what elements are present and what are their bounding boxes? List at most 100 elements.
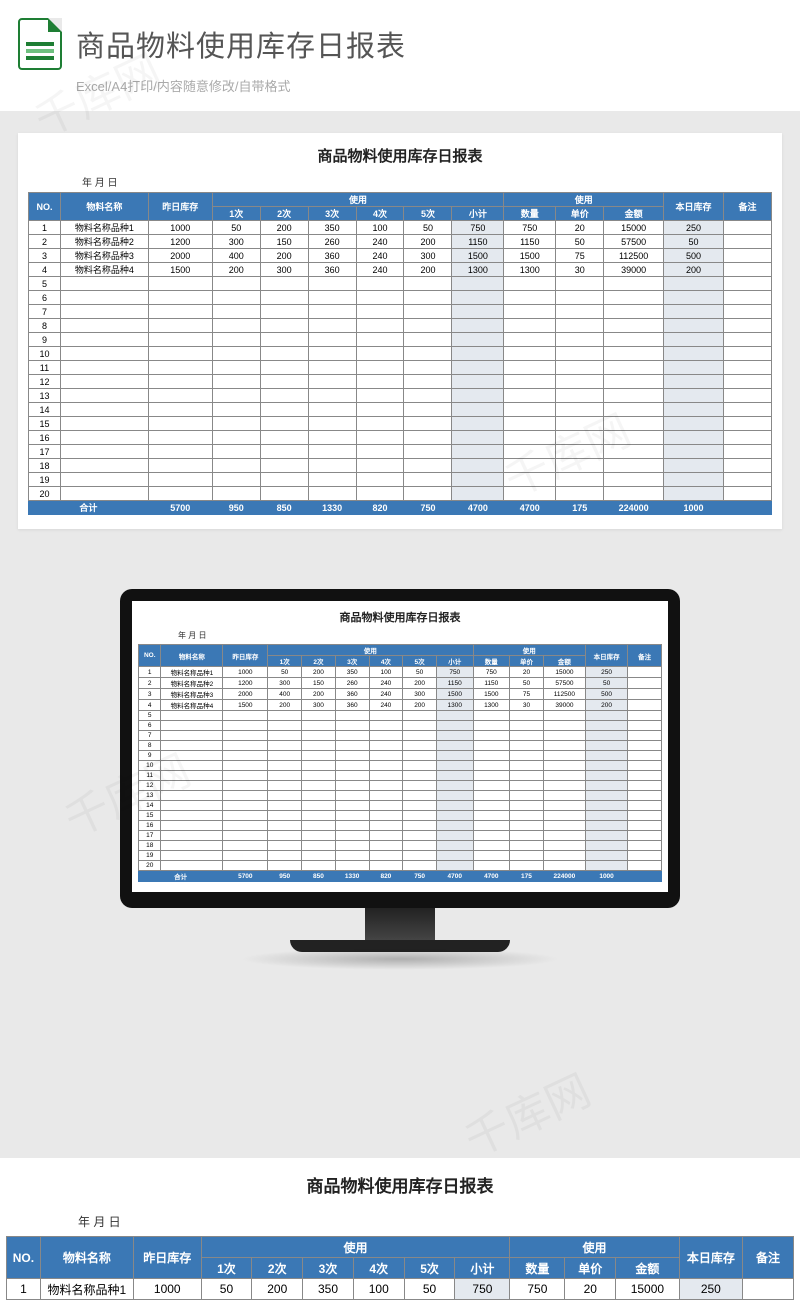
cell-u3[interactable]: 360 — [335, 689, 369, 700]
cell-prev[interactable]: 1200 — [223, 678, 268, 689]
cell-u5[interactable]: 300 — [403, 689, 437, 700]
cell-no[interactable]: 15 — [139, 811, 161, 821]
cell-qty[interactable]: 1300 — [473, 700, 510, 711]
cell-u2[interactable]: 150 — [260, 235, 308, 249]
cell-no[interactable]: 18 — [29, 459, 61, 473]
cell-u1[interactable]: 300 — [268, 678, 302, 689]
cell-u4[interactable]: 240 — [356, 249, 404, 263]
cell-u2[interactable]: 200 — [252, 1279, 303, 1300]
cell-u5[interactable]: 50 — [403, 667, 437, 678]
cell-remark[interactable] — [723, 249, 771, 263]
cell-price[interactable]: 20 — [510, 667, 544, 678]
cell-no[interactable]: 10 — [139, 761, 161, 771]
cell-price[interactable]: 30 — [556, 263, 604, 277]
cell-subtotal[interactable]: 1150 — [436, 678, 473, 689]
cell-no[interactable]: 9 — [139, 751, 161, 761]
cell-no[interactable]: 6 — [139, 721, 161, 731]
cell-u3[interactable]: 260 — [308, 235, 356, 249]
cell-remark[interactable] — [743, 1279, 794, 1300]
cell-u4[interactable]: 100 — [353, 1279, 404, 1300]
cell-subtotal[interactable]: 750 — [452, 221, 504, 235]
cell-no[interactable]: 15 — [29, 417, 61, 431]
cell-u2[interactable]: 200 — [302, 689, 336, 700]
cell-today[interactable]: 250 — [585, 667, 627, 678]
cell-qty[interactable]: 1150 — [504, 235, 556, 249]
cell-qty[interactable]: 750 — [473, 667, 510, 678]
cell-price[interactable]: 50 — [556, 235, 604, 249]
cell-subtotal[interactable]: 750 — [455, 1279, 510, 1300]
cell-no[interactable]: 1 — [29, 221, 61, 235]
cell-qty[interactable]: 1500 — [504, 249, 556, 263]
cell-u3[interactable]: 360 — [308, 263, 356, 277]
cell-remark[interactable] — [628, 678, 662, 689]
cell-name[interactable]: 物料名称品种1 — [40, 1279, 133, 1300]
cell-no[interactable]: 6 — [29, 291, 61, 305]
cell-today[interactable]: 200 — [585, 700, 627, 711]
cell-price[interactable]: 75 — [510, 689, 544, 700]
cell-remark[interactable] — [723, 235, 771, 249]
cell-remark[interactable] — [723, 263, 771, 277]
cell-u4[interactable]: 240 — [369, 678, 403, 689]
cell-name[interactable]: 物料名称品种4 — [60, 263, 148, 277]
cell-no[interactable]: 4 — [139, 700, 161, 711]
cell-no[interactable]: 11 — [29, 361, 61, 375]
cell-prev[interactable]: 2000 — [223, 689, 268, 700]
cell-u1[interactable]: 200 — [212, 263, 260, 277]
cell-price[interactable]: 75 — [556, 249, 604, 263]
cell-no[interactable]: 1 — [7, 1279, 41, 1300]
cell-subtotal[interactable]: 1300 — [452, 263, 504, 277]
cell-no[interactable]: 3 — [29, 249, 61, 263]
cell-u4[interactable]: 100 — [356, 221, 404, 235]
cell-today[interactable]: 50 — [585, 678, 627, 689]
cell-remark[interactable] — [628, 667, 662, 678]
cell-u1[interactable]: 50 — [201, 1279, 252, 1300]
cell-no[interactable]: 12 — [29, 375, 61, 389]
cell-name[interactable]: 物料名称品种1 — [60, 221, 148, 235]
cell-remark[interactable] — [723, 221, 771, 235]
cell-no[interactable]: 16 — [139, 821, 161, 831]
cell-price[interactable]: 20 — [556, 221, 604, 235]
cell-no[interactable]: 19 — [29, 473, 61, 487]
cell-qty[interactable]: 1300 — [504, 263, 556, 277]
cell-amount[interactable]: 57500 — [543, 678, 585, 689]
cell-today[interactable]: 200 — [664, 263, 724, 277]
cell-amount[interactable]: 112500 — [543, 689, 585, 700]
cell-amount[interactable]: 15000 — [543, 667, 585, 678]
cell-amount[interactable]: 39000 — [604, 263, 664, 277]
cell-name[interactable]: 物料名称品种4 — [161, 700, 223, 711]
cell-prev[interactable]: 1000 — [133, 1279, 201, 1300]
cell-prev[interactable]: 1000 — [223, 667, 268, 678]
cell-u3[interactable]: 350 — [335, 667, 369, 678]
cell-no[interactable]: 4 — [29, 263, 61, 277]
cell-amount[interactable]: 57500 — [604, 235, 664, 249]
cell-u2[interactable]: 150 — [302, 678, 336, 689]
cell-amount[interactable]: 15000 — [604, 221, 664, 235]
cell-no[interactable]: 5 — [139, 711, 161, 721]
cell-amount[interactable]: 112500 — [604, 249, 664, 263]
cell-no[interactable]: 10 — [29, 347, 61, 361]
cell-no[interactable]: 20 — [29, 487, 61, 501]
cell-price[interactable]: 20 — [565, 1279, 616, 1300]
cell-u2[interactable]: 200 — [260, 249, 308, 263]
cell-no[interactable]: 7 — [139, 731, 161, 741]
cell-no[interactable]: 17 — [29, 445, 61, 459]
cell-no[interactable]: 5 — [29, 277, 61, 291]
cell-no[interactable]: 13 — [139, 791, 161, 801]
cell-no[interactable]: 19 — [139, 851, 161, 861]
cell-no[interactable]: 9 — [29, 333, 61, 347]
cell-no[interactable]: 2 — [29, 235, 61, 249]
cell-u5[interactable]: 200 — [404, 263, 452, 277]
cell-u2[interactable]: 200 — [302, 667, 336, 678]
cell-name[interactable]: 物料名称品种3 — [60, 249, 148, 263]
cell-u4[interactable]: 240 — [369, 689, 403, 700]
cell-qty[interactable]: 750 — [510, 1279, 565, 1300]
cell-u1[interactable]: 400 — [268, 689, 302, 700]
cell-prev[interactable]: 1200 — [148, 235, 212, 249]
cell-remark[interactable] — [628, 689, 662, 700]
cell-u1[interactable]: 50 — [212, 221, 260, 235]
cell-u3[interactable]: 360 — [335, 700, 369, 711]
cell-u4[interactable]: 240 — [356, 235, 404, 249]
cell-u5[interactable]: 50 — [404, 221, 452, 235]
cell-no[interactable]: 11 — [139, 771, 161, 781]
cell-u1[interactable]: 50 — [268, 667, 302, 678]
